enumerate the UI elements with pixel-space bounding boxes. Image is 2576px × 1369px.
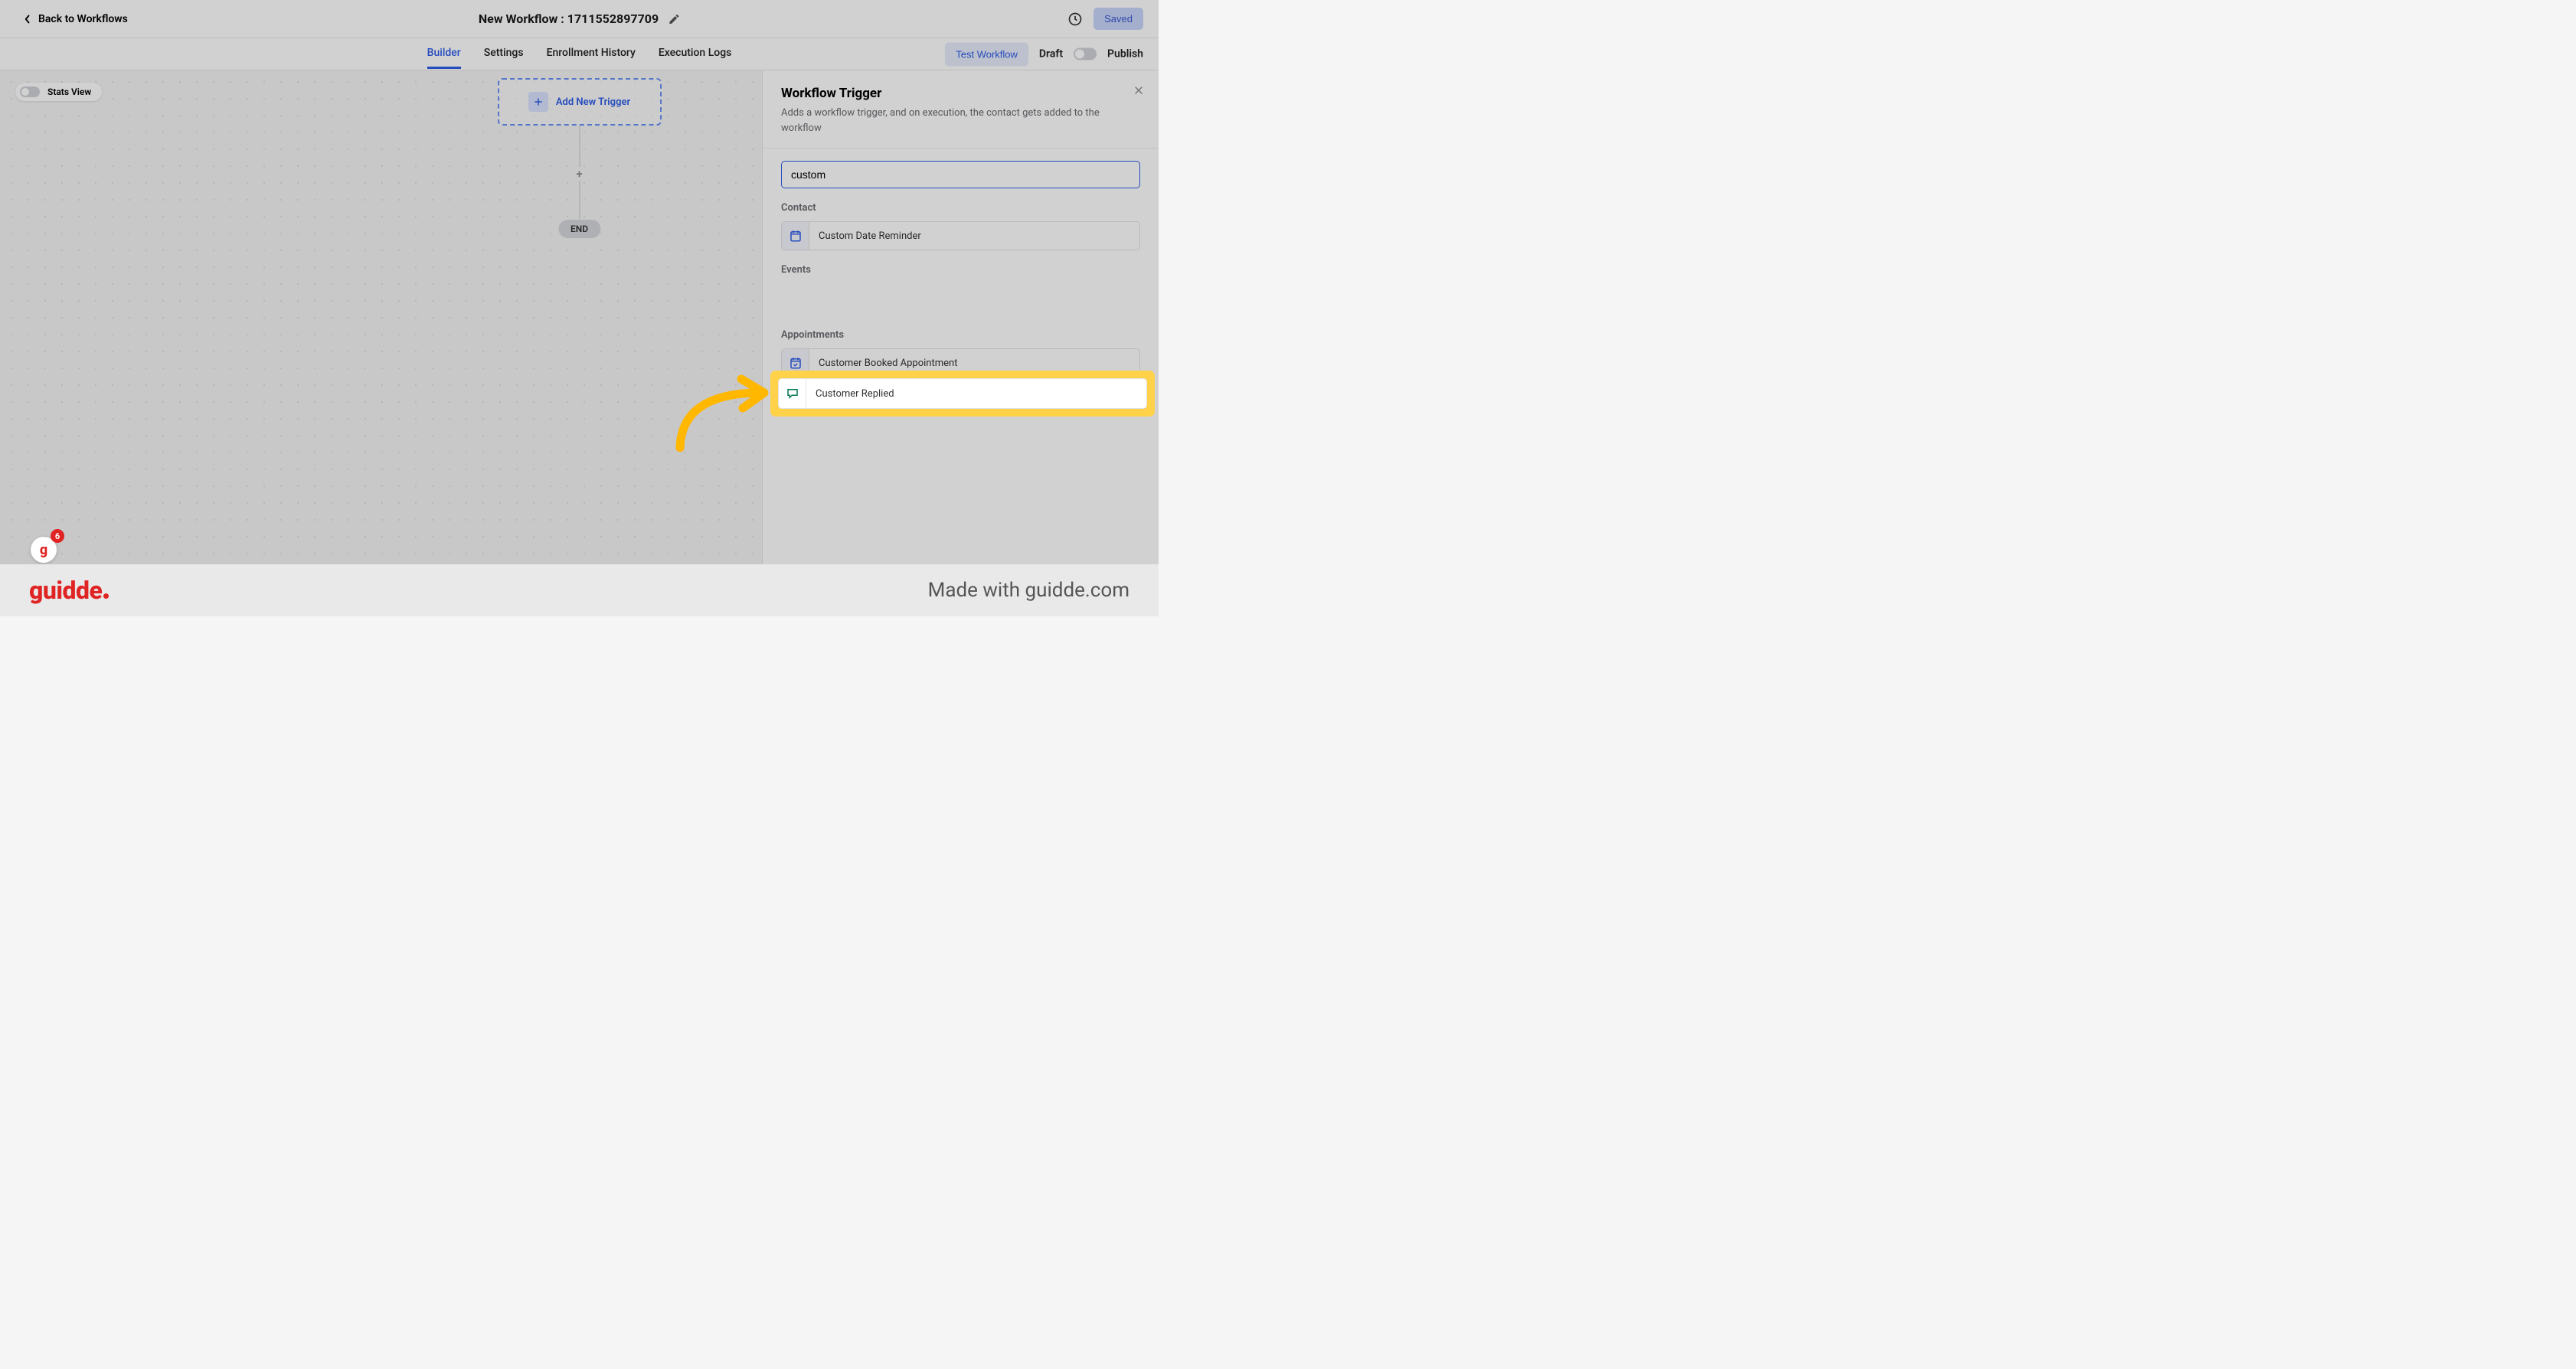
topbar: Back to Workflows New Workflow : 1711552…: [0, 0, 1159, 38]
category-contact-label: Contact: [781, 202, 1140, 214]
publish-toggle[interactable]: [1074, 48, 1097, 60]
add-trigger-label: Add New Trigger: [556, 96, 630, 108]
trigger-custom-date-reminder[interactable]: Custom Date Reminder: [781, 221, 1140, 250]
stats-view-pill[interactable]: Stats View: [15, 83, 102, 101]
chevron-left-icon: [23, 15, 32, 24]
add-trigger-node[interactable]: Add New Trigger: [498, 78, 662, 126]
close-icon: [1133, 84, 1145, 96]
tab-builder[interactable]: Builder: [427, 39, 461, 69]
plus-icon: [528, 92, 548, 112]
workflow-title: New Workflow : 1711552897709: [479, 11, 659, 26]
close-button[interactable]: [1133, 84, 1145, 100]
end-node: END: [558, 220, 600, 238]
trigger-search-input[interactable]: [781, 161, 1140, 188]
guidde-badge[interactable]: g 6: [31, 532, 61, 563]
footer-brand: guidde: [29, 576, 109, 605]
panel-description: Adds a workflow trigger, and on executio…: [781, 106, 1140, 136]
trigger-label: Custom Date Reminder: [809, 230, 930, 242]
title-wrap: New Workflow : 1711552897709: [479, 11, 680, 26]
highlight-customer-replied: Customer Replied: [770, 371, 1155, 417]
tab-settings[interactable]: Settings: [484, 39, 524, 69]
trigger-panel: Workflow Trigger Adds a workflow trigger…: [762, 70, 1159, 564]
footer-madewith: Made with guidde.com: [928, 579, 1129, 602]
category-events-label: Events: [781, 264, 1140, 276]
stats-label: Stats View: [47, 87, 91, 97]
panel-header: Workflow Trigger Adds a workflow trigger…: [763, 70, 1159, 149]
category-appointments-label: Appointments: [781, 329, 1140, 341]
tab-enrollment[interactable]: Enrollment History: [547, 39, 636, 69]
highlight-placeholder: [781, 283, 1140, 329]
pencil-icon[interactable]: [668, 13, 680, 25]
draft-label: Draft: [1039, 48, 1063, 60]
tab-execution[interactable]: Execution Logs: [659, 39, 732, 69]
publish-label: Publish: [1107, 48, 1143, 60]
calendar-icon: [782, 222, 809, 250]
tabs: Builder Settings Enrollment History Exec…: [427, 39, 732, 69]
saved-button[interactable]: Saved: [1093, 8, 1143, 30]
trigger-customer-replied[interactable]: Customer Replied: [778, 378, 1147, 409]
stats-toggle[interactable]: [20, 87, 40, 97]
add-step-button[interactable]: +: [573, 167, 585, 181]
footer: guidde Made with guidde.com: [0, 564, 1159, 616]
back-to-workflows-link[interactable]: Back to Workflows: [23, 13, 128, 25]
trigger-label: Customer Replied: [806, 388, 904, 400]
badge-count: 6: [51, 529, 64, 543]
flow-connector: [579, 126, 580, 167]
flow-connector: [579, 181, 580, 219]
tabbar: Builder Settings Enrollment History Exec…: [0, 38, 1159, 70]
tabbar-right: Test Workflow Draft Publish: [945, 42, 1143, 66]
topbar-right: Saved: [1067, 8, 1143, 30]
chat-icon: [779, 379, 806, 408]
trigger-label: Customer Booked Appointment: [809, 358, 966, 369]
test-workflow-button[interactable]: Test Workflow: [945, 42, 1028, 66]
panel-title: Workflow Trigger: [781, 86, 1140, 101]
back-label: Back to Workflows: [38, 13, 128, 25]
panel-body: Contact Custom Date Reminder Events Appo…: [763, 149, 1159, 564]
history-icon[interactable]: [1067, 11, 1083, 27]
